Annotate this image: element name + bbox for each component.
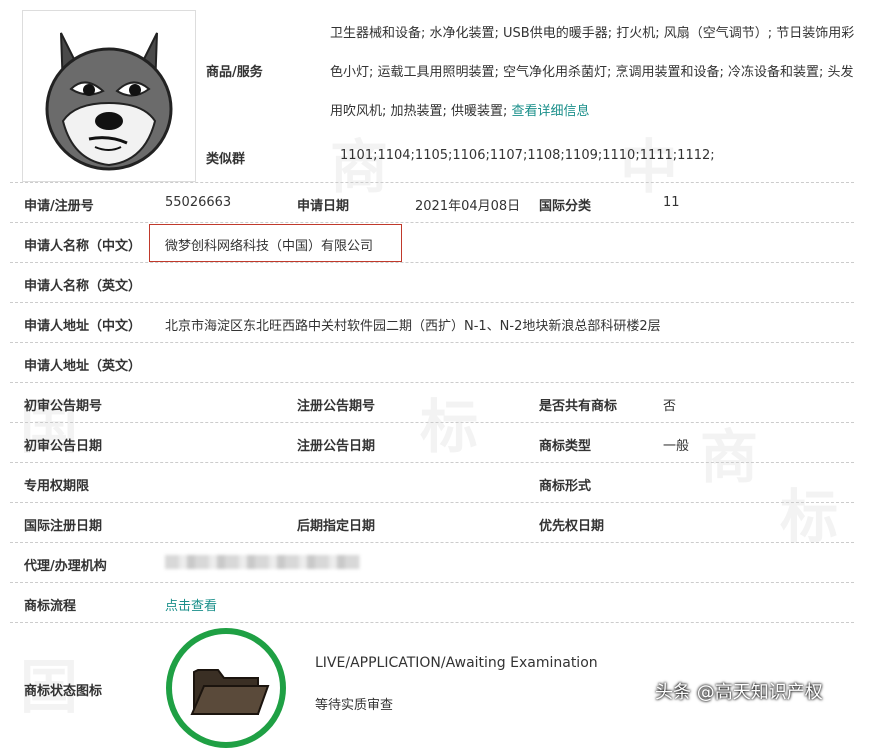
reg-no-value: 55026663 (165, 195, 232, 210)
applicant-cn-value: 微梦创科网络科技（中国）有限公司 (165, 239, 374, 254)
shared-label: 是否共有商标 (539, 399, 618, 414)
flow-label: 商标流程 (24, 599, 77, 614)
reg-pub-no-label: 注册公告期号 (297, 399, 376, 414)
tm-type-label: 商标类型 (539, 439, 592, 454)
status-icon-label: 商标状态图标 (24, 684, 103, 699)
flow-link[interactable]: 点击查看 (165, 595, 217, 614)
shared-value: 否 (663, 399, 677, 414)
priority-date-label: 优先权日期 (539, 519, 605, 534)
address-cn-label: 申请人地址（中文） (24, 319, 142, 334)
similar-group-value: 1101;1104;1105;1106;1107;1108;1109;1110;… (340, 148, 715, 163)
reg-no-label: 申请/注册号 (24, 199, 94, 214)
goods-list: 卫生器械和设备; 水净化装置; USB供电的暖手器; 打火机; 风扇（空气调节）… (330, 14, 855, 131)
folder-icon (190, 669, 270, 715)
intl-class-value: 11 (663, 195, 680, 210)
applicant-en-label: 申请人名称（英文） (24, 279, 142, 294)
status-en: LIVE/APPLICATION/Awaiting Examination (315, 655, 598, 671)
intl-class-label: 国际分类 (539, 199, 592, 214)
apply-date-value: 2021年04月08日 (415, 199, 521, 214)
tm-form-label: 商标形式 (539, 479, 592, 494)
goods-detail-link[interactable]: 查看详细信息 (512, 104, 590, 119)
prelim-no-label: 初审公告期号 (24, 399, 103, 414)
address-en-label: 申请人地址（英文） (24, 359, 142, 374)
goods-label: 商品/服务 (206, 65, 263, 80)
intl-reg-date-label: 国际注册日期 (24, 519, 103, 534)
similar-group-label: 类似群 (206, 152, 246, 167)
trademark-image (22, 10, 196, 182)
goods-text: 卫生器械和设备; 水净化装置; USB供电的暖手器; 打火机; 风扇（空气调节）… (330, 26, 855, 119)
address-cn-value: 北京市海淀区东北旺西路中关村软件园二期（西扩）N-1、N-2地块新浪总部科研楼2… (165, 319, 661, 334)
agent-label: 代理/办理机构 (24, 559, 107, 574)
later-date-label: 后期指定日期 (297, 519, 376, 534)
doge-logo-icon (45, 32, 173, 171)
status-cn: 等待实质审查 (315, 698, 394, 713)
agent-value-blurred (165, 555, 360, 569)
exclusive-term-label: 专用权期限 (24, 479, 90, 494)
apply-date-label: 申请日期 (297, 199, 350, 214)
tm-type-value: 一般 (663, 439, 690, 454)
reg-pub-date-label: 注册公告日期 (297, 439, 376, 454)
status-ring (166, 628, 286, 748)
footer-watermark: 头条 @高天知识产权 (655, 682, 823, 703)
applicant-cn-label: 申请人名称（中文） (24, 239, 142, 254)
prelim-date-label: 初审公告日期 (24, 439, 103, 454)
